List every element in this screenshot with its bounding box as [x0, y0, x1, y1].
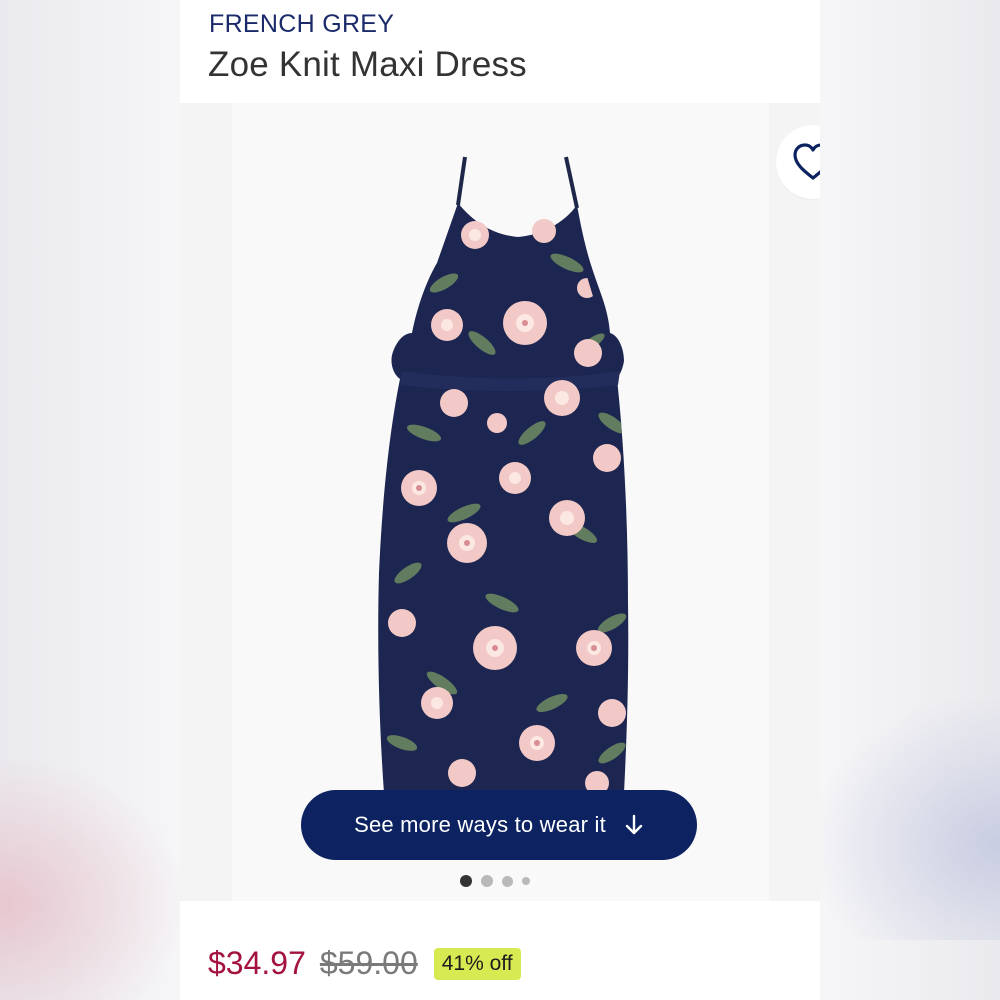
discount-badge: 41% off	[433, 947, 521, 980]
product-screen: FRENCH GREY Zoe Knit Maxi Dress See more…	[180, 0, 820, 1000]
left-strap	[456, 156, 467, 206]
see-more-ways-button[interactable]: See more ways to wear it	[301, 790, 697, 860]
background-blur-right	[820, 700, 1000, 940]
carousel-dot[interactable]	[460, 875, 472, 887]
see-more-ways-label: See more ways to wear it	[354, 812, 606, 837]
background-blur-left	[0, 760, 180, 1000]
favorite-button[interactable]	[776, 125, 820, 199]
price-row: $34.97 $59.00 41% off	[208, 945, 521, 982]
carousel-dot[interactable]	[502, 875, 513, 887]
brand-name[interactable]: FRENCH GREY	[209, 10, 394, 39]
heart-icon	[793, 143, 820, 180]
carousel-dot[interactable]	[522, 877, 530, 885]
product-title: Zoe Knit Maxi Dress	[208, 45, 527, 84]
right-strap	[564, 156, 579, 209]
product-photo[interactable]	[232, 103, 820, 901]
arrow-down-icon	[624, 814, 644, 836]
carousel-pagination	[460, 875, 530, 887]
carousel-dot[interactable]	[481, 875, 493, 887]
dress-image	[378, 156, 629, 793]
original-price: $59.00	[319, 945, 418, 981]
product-image-carousel[interactable]: See more ways to wear it	[180, 103, 820, 901]
sale-price: $34.97	[208, 945, 306, 981]
